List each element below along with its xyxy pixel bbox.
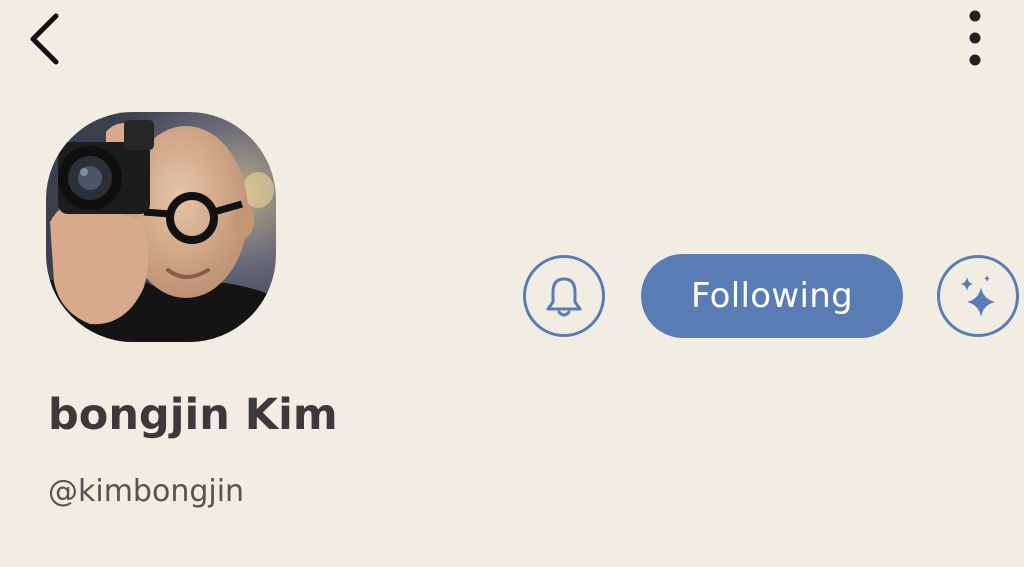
back-button[interactable] — [18, 8, 68, 70]
following-button[interactable]: Following — [641, 254, 903, 338]
profile-display-name: bongjin Kim — [48, 390, 338, 440]
notification-bell-button[interactable] — [523, 255, 605, 337]
sparkle-icon — [961, 275, 995, 317]
profile-handle: @kimbongjin — [48, 474, 245, 509]
chevron-left-icon — [30, 13, 59, 65]
vertical-ellipsis-icon — [969, 10, 981, 66]
bell-icon — [546, 277, 582, 317]
profile-photo — [46, 112, 276, 342]
more-options-button[interactable] — [950, 4, 1000, 72]
avatar[interactable] — [46, 112, 276, 342]
sparkle-button[interactable] — [937, 255, 1019, 337]
